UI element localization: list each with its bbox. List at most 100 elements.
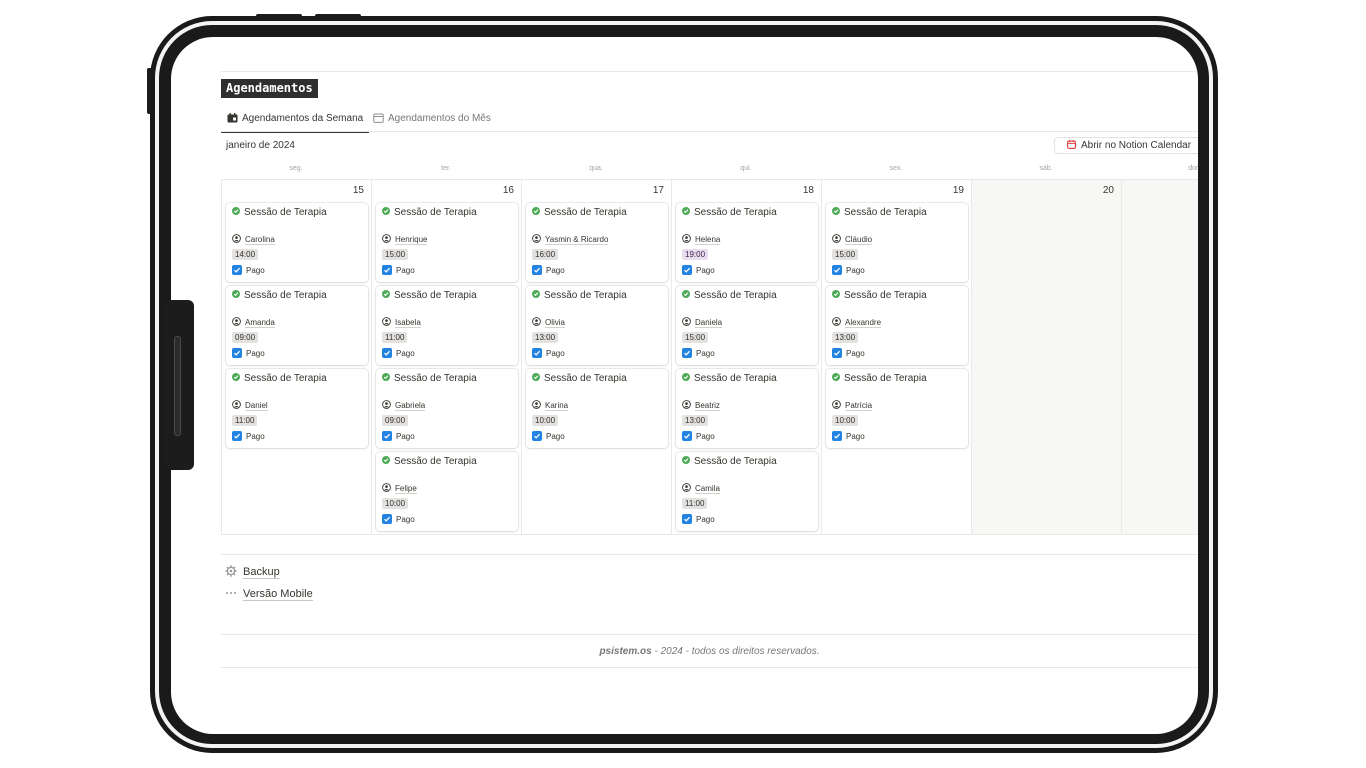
tab-agendamentos-do-mes[interactable]: Agendamentos do Mês [373, 110, 491, 131]
open-in-notion-calendar-button[interactable]: Abrir no Notion Calendar [1054, 137, 1198, 154]
person-name[interactable]: Daniela [695, 318, 723, 328]
event-card[interactable]: Sessão de Terapia Gabriela 09:00 Pago [376, 369, 518, 448]
event-person: Carolina [232, 234, 275, 245]
event-title-row: Sessão de Terapia [682, 290, 777, 301]
paid-checkbox-row: Pago [382, 265, 415, 275]
checkbox-checked-icon[interactable] [682, 514, 692, 524]
person-name[interactable]: Gabriela [395, 401, 426, 411]
checkbox-checked-icon[interactable] [232, 265, 242, 275]
person-name[interactable]: Carolina [245, 235, 275, 245]
event-title-row: Sessão de Terapia [232, 207, 327, 218]
event-person: Beatriz [682, 400, 720, 411]
ellipsis-icon [225, 587, 237, 602]
paid-label: Pago [246, 265, 265, 275]
day-column[interactable]: 19 Sessão de Terapia Cláudio 15:00 Pago Sessã… [821, 179, 971, 535]
event-card[interactable]: Sessão de Terapia Camila 11:00 Pago [676, 452, 818, 531]
checkbox-checked-icon[interactable] [682, 431, 692, 441]
person-name[interactable]: Karina [545, 401, 569, 411]
person-name[interactable]: Yasmin & Ricardo [545, 235, 609, 245]
person-name[interactable]: Patrícia [845, 401, 873, 411]
checkbox-checked-icon[interactable] [532, 431, 542, 441]
event-card[interactable]: Sessão de Terapia Cláudio 15:00 Pago [826, 203, 968, 282]
person-name[interactable]: Henrique [395, 235, 428, 245]
event-card[interactable]: Sessão de Terapia Felipe 10:00 Pago [376, 452, 518, 531]
day-column[interactable]: 17 Sessão de Terapia Yasmin & Ricardo 16:00… [521, 179, 671, 535]
checkbox-checked-icon[interactable] [382, 514, 392, 524]
day-column[interactable]: 18 Sessão de Terapia Helena 19:00 Pago Sessão… [671, 179, 821, 535]
checkbox-checked-icon[interactable] [382, 431, 392, 441]
checkbox-checked-icon[interactable] [382, 265, 392, 275]
event-card[interactable]: Sessão de Terapia Henrique 15:00 Pago [376, 203, 518, 282]
person-name[interactable]: Beatriz [695, 401, 720, 411]
paid-checkbox-row: Pago [532, 265, 565, 275]
person-name[interactable]: Olivia [545, 318, 566, 328]
status-check-icon [832, 373, 840, 384]
paid-label: Pago [246, 348, 265, 358]
paid-label: Pago [696, 348, 715, 358]
backup-link[interactable]: Backup [225, 565, 280, 580]
event-title: Sessão de Terapia [244, 207, 327, 218]
person-name[interactable]: Isabela [395, 318, 421, 328]
day-column[interactable]: 20 [971, 179, 1121, 535]
event-card[interactable]: Sessão de Terapia Carolina 14:00 Pago [226, 203, 368, 282]
event-card[interactable]: Sessão de Terapia Yasmin & Ricardo 16:00 Pa… [526, 203, 668, 282]
time-tag: 14:00 [232, 249, 259, 260]
checkbox-checked-icon[interactable] [832, 431, 842, 441]
person-icon [532, 400, 541, 411]
event-card[interactable]: Sessão de Terapia Karina 10:00 Pago [526, 369, 668, 448]
person-name[interactable]: Helena [695, 235, 721, 245]
checkbox-checked-icon[interactable] [682, 348, 692, 358]
person-name[interactable]: Alexandre [845, 318, 882, 328]
checkbox-checked-icon[interactable] [532, 348, 542, 358]
event-title-row: Sessão de Terapia [232, 290, 327, 301]
event-card[interactable]: Sessão de Terapia Patrícia 10:00 Pago [826, 369, 968, 448]
person-icon [532, 234, 541, 245]
person-name[interactable]: Daniel [245, 401, 268, 411]
checkbox-checked-icon[interactable] [832, 348, 842, 358]
event-card[interactable]: Sessão de Terapia Amanda 09:00 Pago [226, 286, 368, 365]
event-title-row: Sessão de Terapia [382, 290, 477, 301]
event-card[interactable]: Sessão de Terapia Alexandre 13:00 Pago [826, 286, 968, 365]
person-name[interactable]: Camila [695, 484, 720, 494]
time-tag: 13:00 [832, 332, 859, 343]
status-check-icon [682, 456, 690, 467]
tab-agendamentos-da-semana[interactable]: Agendamentos da Semana [221, 110, 370, 133]
versao-mobile-link[interactable]: Versão Mobile [225, 587, 313, 602]
person-name[interactable]: Amanda [245, 318, 275, 328]
checkbox-checked-icon[interactable] [682, 265, 692, 275]
calendar-filled-icon [227, 110, 238, 123]
checkbox-checked-icon[interactable] [832, 265, 842, 275]
event-card[interactable]: Sessão de Terapia Beatriz 13:00 Pago [676, 369, 818, 448]
day-column[interactable]: 16 Sessão de Terapia Henrique 15:00 Pago Sess… [371, 179, 521, 535]
checkbox-checked-icon[interactable] [232, 348, 242, 358]
event-title: Sessão de Terapia [244, 373, 327, 384]
person-icon [232, 400, 241, 411]
person-name[interactable]: Felipe [395, 484, 417, 494]
person-icon [832, 400, 841, 411]
person-name[interactable]: Cláudio [845, 235, 873, 245]
database-title[interactable]: Agendamentos [221, 79, 318, 98]
time-tag: 15:00 [382, 249, 409, 260]
paid-checkbox-row: Pago [682, 514, 715, 524]
event-card[interactable]: Sessão de Terapia Daniela 15:00 Pago [676, 286, 818, 365]
status-check-icon [532, 373, 540, 384]
day-column[interactable] [1121, 179, 1198, 535]
time-tag: 09:00 [382, 415, 409, 426]
tablet-side-grip [166, 300, 194, 470]
event-person: Yasmin & Ricardo [532, 234, 609, 245]
person-icon [232, 234, 241, 245]
paid-checkbox-row: Pago [232, 431, 265, 441]
status-check-icon [682, 373, 690, 384]
event-card[interactable]: Sessão de Terapia Isabela 11:00 Pago [376, 286, 518, 365]
checkbox-checked-icon[interactable] [232, 431, 242, 441]
day-column[interactable]: 15 Sessão de Terapia Carolina 14:00 Pago Sess… [221, 179, 371, 535]
paid-label: Pago [696, 265, 715, 275]
versao-mobile-label: Versão Mobile [243, 588, 313, 601]
time-tag: 15:00 [832, 249, 859, 260]
checkbox-checked-icon[interactable] [382, 348, 392, 358]
event-card[interactable]: Sessão de Terapia Helena 19:00 Pago [676, 203, 818, 282]
checkbox-checked-icon[interactable] [532, 265, 542, 275]
event-card[interactable]: Sessão de Terapia Daniel 11:00 Pago [226, 369, 368, 448]
person-icon [382, 317, 391, 328]
event-card[interactable]: Sessão de Terapia Olivia 13:00 Pago [526, 286, 668, 365]
